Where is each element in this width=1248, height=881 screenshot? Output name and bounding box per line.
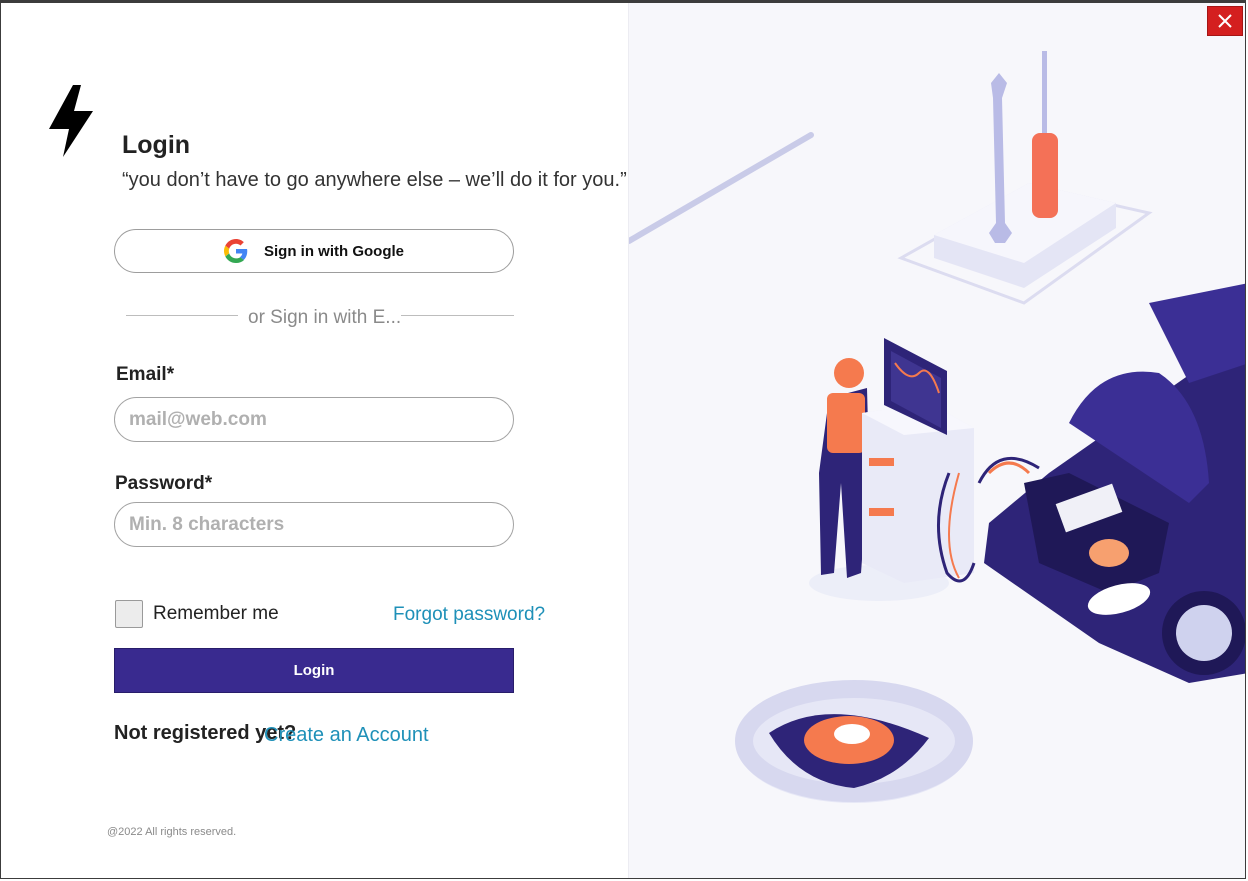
divider-line-right xyxy=(401,315,514,316)
google-g-icon xyxy=(224,239,248,263)
remember-me-label: Remember me xyxy=(153,603,279,624)
tools-platform-graphic xyxy=(897,51,1153,305)
password-field[interactable] xyxy=(114,502,514,547)
login-button[interactable]: Login xyxy=(114,648,514,693)
page-title: Login xyxy=(122,131,191,159)
email-field[interactable] xyxy=(114,397,514,442)
mechanic-figure-graphic xyxy=(809,338,976,601)
divider-text: or Sign in with E... xyxy=(248,307,402,328)
close-icon xyxy=(1218,14,1232,28)
login-window: Login “you don’t have to go anywhere els… xyxy=(0,0,1246,879)
close-button[interactable] xyxy=(1207,6,1243,36)
forgot-password-link[interactable]: Forgot password? xyxy=(393,604,545,626)
email-label: Email* xyxy=(116,364,175,385)
google-button-label: Sign in with Google xyxy=(264,242,404,260)
login-panel: Login “you don’t have to go anywhere els… xyxy=(1,3,628,878)
divider-line-left xyxy=(126,315,238,316)
create-account-link[interactable]: Create an Account xyxy=(264,724,429,747)
car-graphic xyxy=(977,283,1245,683)
steering-wheel-graphic xyxy=(735,680,973,803)
illustration-panel xyxy=(628,3,1245,878)
mechanic-car-illustration xyxy=(629,51,1245,803)
password-label: Password* xyxy=(115,473,213,494)
footer-copyright: @2022 All rights reserved. xyxy=(107,826,237,838)
sign-in-with-google-button[interactable]: Sign in with Google xyxy=(114,229,514,273)
lightning-bolt-icon xyxy=(49,85,93,157)
tagline: “you don’t have to go anywhere else – we… xyxy=(122,169,627,191)
remember-me-checkbox[interactable] xyxy=(115,600,143,628)
